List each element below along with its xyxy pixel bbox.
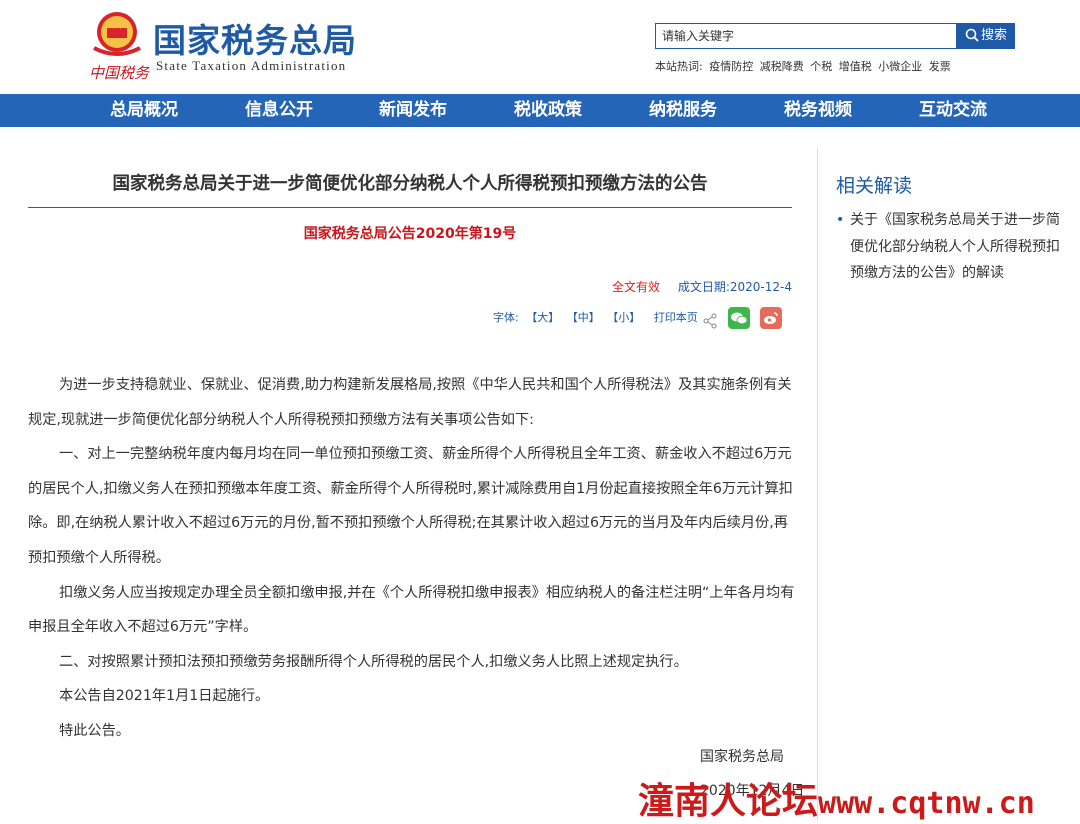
- related-reading-item[interactable]: • 关于《国家税务总局关于进一步简便优化部分纳税人个人所得税预扣预缴方法的公告》…: [836, 207, 1068, 287]
- article-paragraph: 特此公告。: [59, 722, 130, 739]
- search-button[interactable]: 搜索: [957, 23, 1015, 49]
- nav-item-interaction[interactable]: 互动交流: [919, 94, 987, 127]
- brand-subtitle: 中国税务: [89, 64, 150, 82]
- article-tools: 字体: 【大】 【中】 【小】 打印本页: [493, 309, 702, 325]
- article-paragraph: 一、对上一完整纳税年度内每月均在同一单位预扣预缴工资、薪金所得个人所得税且全年工…: [28, 446, 793, 566]
- main-nav: 总局概况 信息公开 新闻发布 税收政策 纳税服务 税务视频 互动交流: [0, 94, 1080, 127]
- article-paragraph: 本公告自2021年1月1日起施行。: [59, 688, 270, 705]
- nav-item-overview[interactable]: 总局概况: [110, 94, 178, 127]
- search-input[interactable]: 请输入关键字: [655, 23, 957, 49]
- watermark-url: www.cqtnw.cn: [818, 786, 1035, 821]
- wechat-share-icon[interactable]: [728, 307, 750, 329]
- site-title-english: State Taxation Administration: [156, 58, 347, 73]
- article-paragraph: 扣缴义务人应当按规定办理全员全额扣缴申报,并在《个人所得税扣缴申报表》相应纳税人…: [28, 584, 795, 636]
- nav-item-tax-service[interactable]: 纳税服务: [649, 94, 717, 127]
- font-size-label: 字体:: [493, 311, 519, 324]
- hot-word-link[interactable]: 疫情防控: [709, 60, 753, 73]
- article-meta: 全文有效 成文日期:2020-12-4: [612, 278, 792, 295]
- hot-word-link[interactable]: 个税: [810, 60, 832, 73]
- site-header: 中国税务 国家税务总局 State Taxation Administratio…: [0, 0, 1080, 94]
- related-reading-title: 相关解读: [836, 175, 913, 197]
- article-body: 为进一步支持稳就业、保就业、促消费,助力构建新发展格局,按照《中华人民共和国个人…: [28, 368, 795, 749]
- article-title: 国家税务总局关于进一步简便优化部分纳税人个人所得税预扣预缴方法的公告: [112, 174, 708, 194]
- weibo-share-icon[interactable]: [760, 307, 782, 329]
- share-icon[interactable]: [702, 313, 718, 329]
- bullet-icon: •: [836, 212, 845, 228]
- national-emblem-icon: [93, 12, 141, 56]
- validity-status: 全文有效: [612, 280, 661, 294]
- issue-date: 成文日期:2020-12-4: [677, 280, 792, 294]
- title-divider: [28, 207, 792, 208]
- watermark-text: 潼南人论坛: [638, 781, 819, 822]
- sidebar-divider: [817, 148, 818, 821]
- nav-item-info-disclosure[interactable]: 信息公开: [245, 94, 313, 127]
- search-button-label: 搜索: [980, 28, 1007, 43]
- article-paragraph: 二、对按照累计预扣法预扣预缴劳务报酬所得个人所得税的居民个人,扣缴义务人比照上述…: [59, 653, 688, 670]
- article-signature: 国家税务总局: [700, 749, 784, 765]
- search-icon: [965, 28, 979, 42]
- font-large-button[interactable]: 【大】: [526, 311, 559, 324]
- hot-word-link[interactable]: 发票: [929, 60, 951, 73]
- nav-item-news[interactable]: 新闻发布: [379, 94, 447, 127]
- hot-word-link[interactable]: 减税降费: [760, 60, 804, 73]
- site-title[interactable]: 国家税务总局: [153, 14, 357, 62]
- font-medium-button[interactable]: 【中】: [567, 311, 600, 324]
- hot-words-label: 本站热词:: [655, 60, 703, 73]
- nav-item-tax-video[interactable]: 税务视频: [784, 94, 852, 127]
- nav-item-tax-policy[interactable]: 税收政策: [514, 94, 582, 127]
- document-number: 国家税务总局公告2020年第19号: [303, 226, 517, 242]
- font-small-button[interactable]: 【小】: [607, 311, 640, 324]
- hot-word-link[interactable]: 增值税: [839, 60, 872, 73]
- print-button[interactable]: 打印本页: [654, 311, 698, 324]
- article-paragraph: 为进一步支持稳就业、保就业、促消费,助力构建新发展格局,按照《中华人民共和国个人…: [28, 377, 792, 428]
- watermark: 潼南人论坛www.cqtnw.cn: [638, 772, 1035, 824]
- related-reading-link[interactable]: 关于《国家税务总局关于进一步简便优化部分纳税人个人所得税预扣预缴方法的公告》的解…: [836, 207, 1068, 287]
- hot-words: 本站热词: 疫情防控 减税降费 个税 增值税 小微企业 发票: [655, 58, 954, 74]
- hot-word-link[interactable]: 小微企业: [878, 60, 922, 73]
